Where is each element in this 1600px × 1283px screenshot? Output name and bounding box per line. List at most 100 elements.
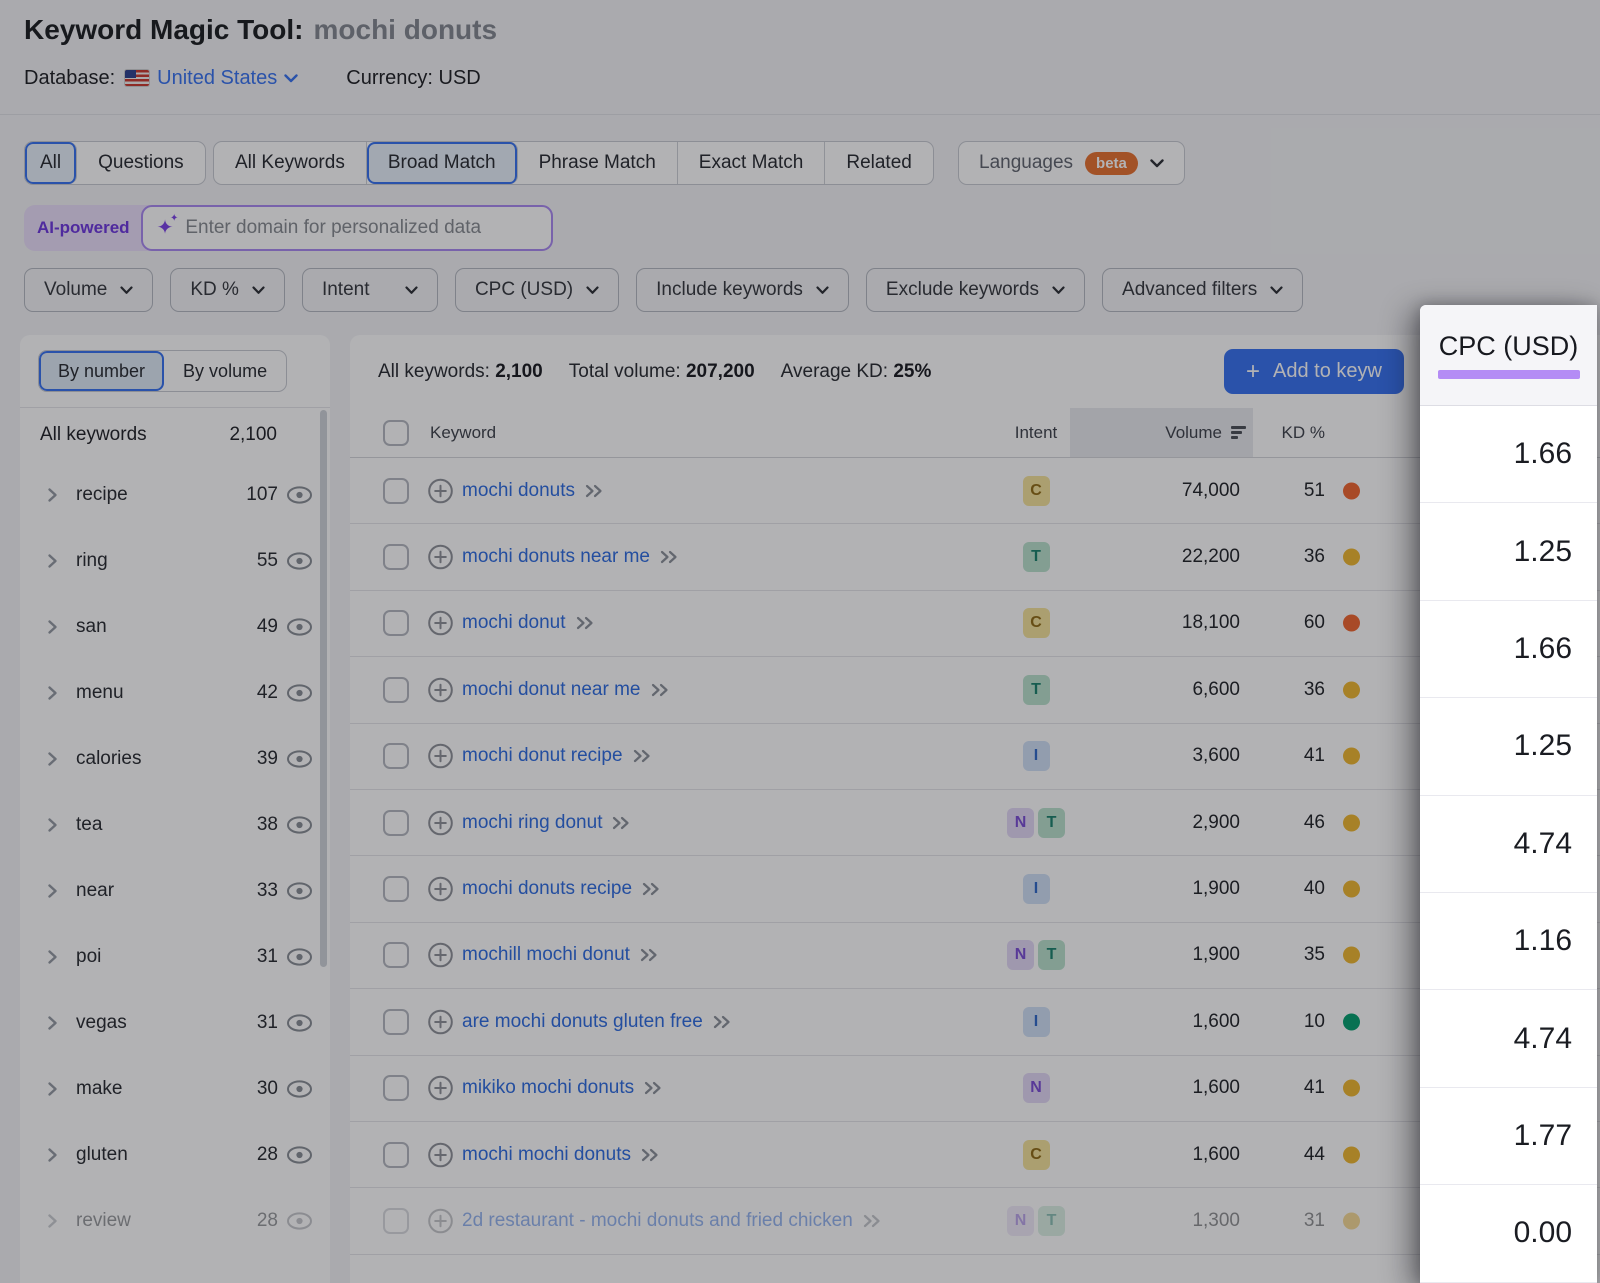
add-keyword-icon[interactable] [427, 942, 454, 969]
eye-icon[interactable] [286, 750, 313, 769]
sidebar-group-item[interactable]: tea38 [20, 792, 330, 858]
double-chevron-icon[interactable] [862, 1213, 883, 1229]
languages-dropdown[interactable]: Languages beta [958, 141, 1185, 185]
double-chevron-icon[interactable] [659, 549, 680, 565]
eye-icon[interactable] [286, 948, 313, 967]
add-keyword-icon[interactable] [427, 1141, 454, 1168]
sidebar-group-item[interactable]: ring55 [20, 528, 330, 594]
keyword-link[interactable]: mochi ring donut [462, 812, 602, 834]
sidebar-group-item[interactable]: vegas31 [20, 990, 330, 1056]
keyword-link[interactable]: mochi mochi donuts [462, 1144, 631, 1166]
eye-icon[interactable] [286, 486, 313, 505]
double-chevron-icon[interactable] [575, 615, 596, 631]
eye-icon[interactable] [286, 1014, 313, 1033]
tab-questions[interactable]: Questions [77, 142, 205, 184]
add-keyword-icon[interactable] [427, 610, 454, 637]
eye-icon[interactable] [286, 1212, 313, 1231]
tab-broad-match[interactable]: Broad Match [367, 142, 518, 184]
keyword-link[interactable]: mochi donut near me [462, 679, 641, 701]
row-checkbox[interactable] [383, 810, 409, 836]
row-checkbox[interactable] [383, 1142, 409, 1168]
keyword-cell: mochi ring donut [462, 812, 632, 834]
tab-all-keywords[interactable]: All Keywords [214, 142, 367, 184]
row-checkbox[interactable] [383, 478, 409, 504]
sort-by-volume-button[interactable]: By volume [164, 351, 286, 391]
double-chevron-icon[interactable] [639, 947, 660, 963]
double-chevron-icon[interactable] [632, 748, 653, 764]
add-keyword-icon[interactable] [427, 676, 454, 703]
double-chevron-icon[interactable] [712, 1014, 733, 1030]
row-checkbox[interactable] [383, 876, 409, 902]
keyword-link[interactable]: mochi donuts [462, 480, 575, 502]
row-checkbox[interactable] [383, 544, 409, 570]
sidebar-group-item[interactable]: make30 [20, 1056, 330, 1122]
intent-badge-T: T [1023, 675, 1050, 705]
row-checkbox[interactable] [383, 942, 409, 968]
filter-exclude-keywords[interactable]: Exclude keywords [866, 268, 1085, 312]
sidebar-all-keywords[interactable]: All keywords 2,100 [20, 408, 330, 462]
sidebar-group-item[interactable]: calories39 [20, 726, 330, 792]
eye-icon[interactable] [286, 882, 313, 901]
keyword-link[interactable]: mochi donut recipe [462, 745, 623, 767]
tab-related[interactable]: Related [825, 142, 933, 184]
keyword-link[interactable]: are mochi donuts gluten free [462, 1011, 703, 1033]
double-chevron-icon[interactable] [611, 815, 632, 831]
domain-input[interactable] [183, 216, 536, 240]
keyword-link[interactable]: mochill mochi donut [462, 944, 630, 966]
eye-icon[interactable] [286, 684, 313, 703]
volume-value: 1,300 [1105, 1210, 1240, 1232]
keyword-link[interactable]: mochi donut [462, 612, 566, 634]
double-chevron-icon[interactable] [640, 1147, 661, 1163]
double-chevron-icon[interactable] [584, 483, 605, 499]
tab-exact-match[interactable]: Exact Match [678, 142, 826, 184]
add-keyword-icon[interactable] [427, 477, 454, 504]
eye-icon[interactable] [286, 552, 313, 571]
double-chevron-icon[interactable] [641, 881, 662, 897]
sort-by-number-button[interactable]: By number [39, 351, 164, 391]
keyword-link[interactable]: 2d restaurant - mochi donuts and fried c… [462, 1210, 853, 1232]
sidebar-group-item[interactable]: gluten28 [20, 1122, 330, 1188]
filter-kd[interactable]: KD % [170, 268, 285, 312]
eye-icon[interactable] [286, 618, 313, 637]
row-checkbox[interactable] [383, 677, 409, 703]
add-keyword-icon[interactable] [427, 1008, 454, 1035]
database-selector[interactable]: United States [157, 67, 298, 90]
keyword-link[interactable]: mochi donuts recipe [462, 878, 632, 900]
add-keyword-icon[interactable] [427, 544, 454, 571]
sidebar-group-item[interactable]: poi31 [20, 924, 330, 990]
sidebar-scrollbar[interactable] [320, 410, 327, 967]
eye-icon[interactable] [286, 1146, 313, 1165]
add-keyword-icon[interactable] [427, 809, 454, 836]
row-checkbox[interactable] [383, 610, 409, 636]
tab-phrase-match[interactable]: Phrase Match [518, 142, 678, 184]
add-keyword-icon[interactable] [427, 743, 454, 770]
row-checkbox[interactable] [383, 1208, 409, 1234]
tab-all[interactable]: All [25, 142, 77, 184]
group-name: near [76, 880, 114, 902]
eye-icon[interactable] [286, 1080, 313, 1099]
select-all-checkbox[interactable] [383, 420, 409, 446]
filter-cpc[interactable]: CPC (USD) [455, 268, 619, 312]
double-chevron-icon[interactable] [650, 682, 671, 698]
add-keyword-icon[interactable] [427, 1207, 454, 1234]
add-to-keyword-list-button[interactable]: + Add to keyw [1224, 349, 1404, 394]
filter-volume[interactable]: Volume [24, 268, 153, 312]
sidebar-group-item[interactable]: near33 [20, 858, 330, 924]
eye-icon[interactable] [286, 816, 313, 835]
row-checkbox[interactable] [383, 1075, 409, 1101]
add-keyword-icon[interactable] [427, 1075, 454, 1102]
filter-include-keywords[interactable]: Include keywords [636, 268, 849, 312]
sidebar-group-item[interactable]: san49 [20, 594, 330, 660]
filter-advanced[interactable]: Advanced filters [1102, 268, 1303, 312]
sidebar-group-item[interactable]: recipe107 [20, 462, 330, 528]
double-chevron-icon[interactable] [643, 1080, 664, 1096]
row-checkbox[interactable] [383, 1009, 409, 1035]
keyword-link[interactable]: mikiko mochi donuts [462, 1077, 634, 1099]
keyword-link[interactable]: mochi donuts near me [462, 546, 650, 568]
column-volume[interactable]: Volume [1070, 408, 1253, 457]
sidebar-group-item[interactable]: review28 [20, 1188, 330, 1254]
add-keyword-icon[interactable] [427, 876, 454, 903]
sidebar-group-item[interactable]: menu42 [20, 660, 330, 726]
row-checkbox[interactable] [383, 743, 409, 769]
filter-intent[interactable]: Intent [302, 268, 438, 312]
